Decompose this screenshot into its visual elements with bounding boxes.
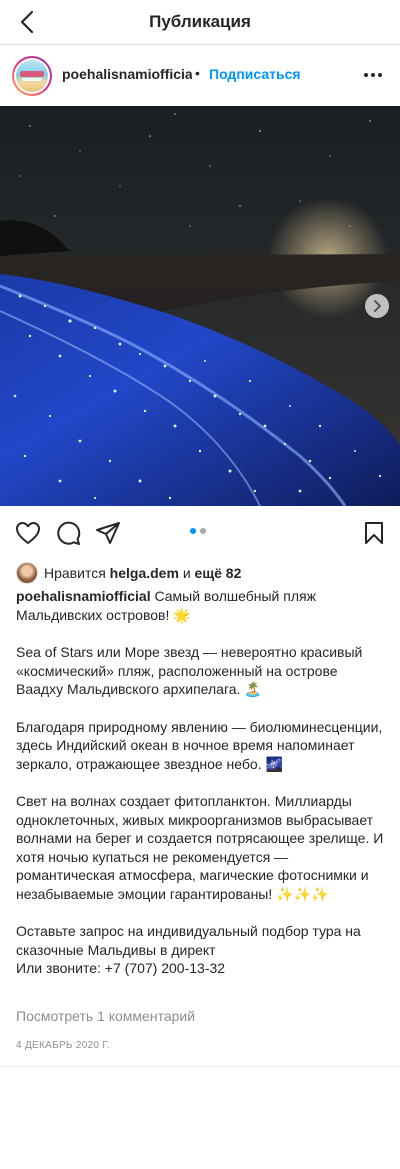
follow-button[interactable]: Подписаться [209, 66, 301, 82]
bookmark-icon [365, 522, 383, 544]
caption-username[interactable]: poehalisnamiofficial [16, 588, 151, 604]
post-date: 4 ДЕКАБРЬ 2020 Г. [16, 1040, 110, 1051]
likes-count[interactable]: ещё 82 [195, 565, 242, 581]
post-username[interactable]: poehalisnamiofficial [62, 66, 192, 82]
comment-icon [57, 521, 81, 545]
bioluminescent-beach-image [0, 106, 400, 506]
heart-icon [16, 522, 40, 544]
more-options-button[interactable] [360, 63, 386, 87]
likes-row: Нравится helga.dem и ещё 82 [16, 562, 241, 584]
carousel-indicator [190, 521, 210, 539]
carousel-dot [200, 528, 206, 534]
caption-paragraph-4: Свет на волнах создает фитопланктон. Мил… [16, 793, 384, 902]
separator-dot: • [195, 65, 200, 81]
caption-paragraph-2: Sea of Stars или Море звезд — невероятно… [16, 644, 363, 697]
share-button[interactable] [94, 519, 122, 547]
liker-avatar[interactable] [16, 562, 38, 584]
likes-connector: и [182, 565, 191, 581]
caption-phone-line: Или звоните: +7 (707) 200-13-32 [16, 960, 226, 976]
action-bar [0, 507, 400, 559]
post-photo[interactable] [0, 106, 400, 506]
view-comments-link[interactable]: Посмотреть 1 комментарий [16, 1008, 195, 1024]
likes-prefix: Нравится [44, 565, 106, 581]
avatar[interactable] [12, 56, 52, 96]
carousel-dot-active [190, 528, 196, 534]
top-navigation-bar: Публикация [0, 0, 400, 45]
liker-username[interactable]: helga.dem [110, 565, 179, 581]
share-icon [96, 522, 120, 544]
carousel-next-button[interactable] [365, 294, 389, 318]
post-caption: poehalisnamiofficial Самый волшебный пля… [16, 587, 384, 978]
chevron-right-icon [374, 300, 381, 312]
divider [0, 1066, 400, 1067]
caption-paragraph-3: Благодаря природному явлению — биолюмине… [16, 718, 383, 772]
comment-button[interactable] [54, 519, 82, 547]
caption-paragraph-5: Оставьте запрос на индивидуальный подбор… [16, 923, 361, 958]
more-horizontal-icon [364, 73, 382, 77]
post-header: poehalisnamiofficial • Подписаться [0, 45, 400, 105]
page-title: Публикация [149, 12, 251, 31]
avatar-image [16, 60, 48, 92]
save-button[interactable] [360, 519, 388, 547]
like-button[interactable] [14, 519, 42, 547]
